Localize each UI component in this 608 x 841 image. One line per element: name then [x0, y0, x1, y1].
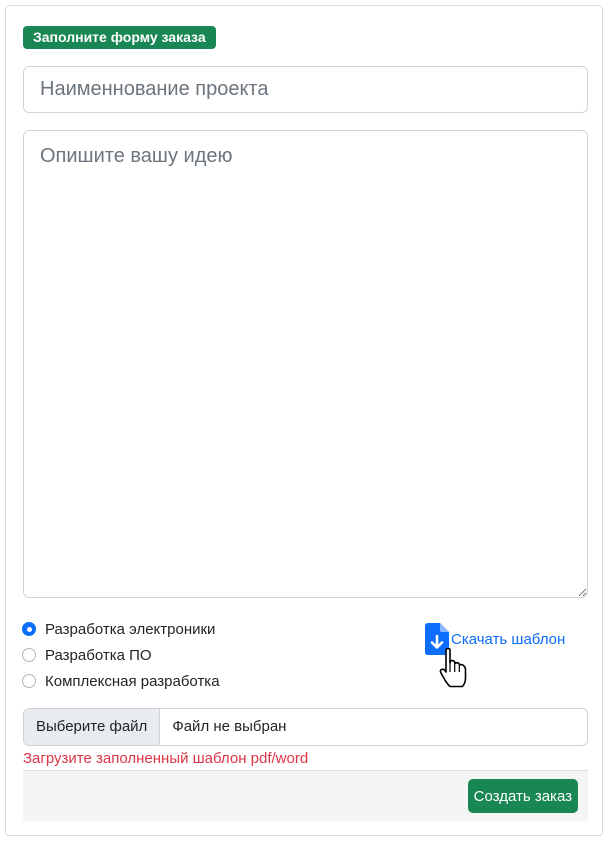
radio-button-complex[interactable]	[22, 674, 36, 688]
radio-label-electronics: Разработка электроники	[45, 620, 216, 638]
create-order-button[interactable]: Создать заказ	[467, 779, 578, 813]
radio-label-software: Разработка ПО	[45, 646, 152, 664]
radio-option-software[interactable]: Разработка ПО	[22, 642, 220, 668]
radio-option-electronics[interactable]: Разработка электроники	[22, 616, 220, 642]
idea-textarea[interactable]	[23, 130, 588, 598]
order-form-card: Заполните форму заказа Разработка электр…	[5, 5, 603, 836]
upload-helper-text: Загрузите заполненный шаблон pdf/word	[23, 750, 309, 767]
radio-button-software[interactable]	[22, 648, 36, 662]
download-template-label: Скачать шаблон	[451, 630, 566, 648]
radio-button-electronics[interactable]	[22, 622, 36, 636]
form-title-badge: Заполните форму заказа	[23, 26, 216, 49]
radio-label-complex: Комплексная разработка	[45, 672, 220, 690]
project-name-input[interactable]	[23, 66, 588, 113]
form-footer: Создать заказ	[23, 770, 588, 821]
hand-pointer-cursor-icon	[439, 648, 467, 688]
development-type-radio-group: Разработка электроники Разработка ПО Ком…	[22, 616, 220, 694]
radio-option-complex[interactable]: Комплексная разработка	[22, 668, 220, 694]
file-status-text: Файл не выбран	[172, 718, 287, 735]
file-upload-group[interactable]: Выберите файл Файл не выбран	[23, 708, 588, 746]
choose-file-button[interactable]: Выберите файл	[24, 709, 161, 745]
